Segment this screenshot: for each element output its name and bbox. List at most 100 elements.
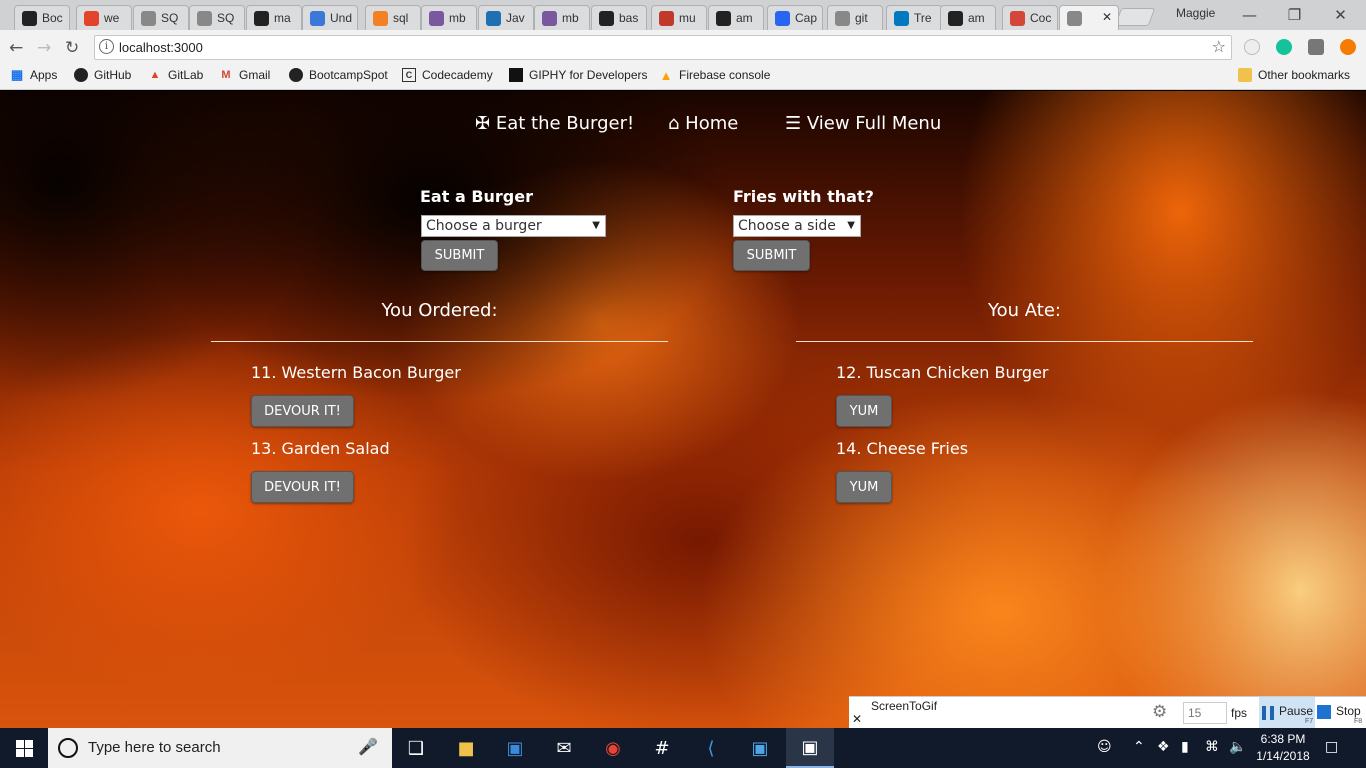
browser-tab[interactable]: git — [827, 5, 883, 30]
store-icon[interactable]: ▣ — [491, 728, 539, 768]
nav-brand[interactable]: ✠ Eat the Burger! — [475, 113, 634, 134]
browser-tab[interactable]: ma — [246, 5, 302, 30]
taskbar-search[interactable]: Type here to search 🎤 — [48, 728, 392, 768]
dropdown-arrow-icon: ▼ — [592, 220, 600, 231]
bookmark-firebase[interactable]: ▲ Firebase console — [659, 68, 771, 83]
browser-tab[interactable]: mu — [651, 5, 707, 30]
devour-button[interactable]: DEVOUR IT! — [251, 471, 354, 503]
info-icon[interactable]: i — [99, 39, 114, 54]
extension-icon[interactable] — [1308, 39, 1324, 55]
browser-tab[interactable]: bas — [591, 5, 647, 30]
gitlab-icon — [84, 10, 99, 26]
browser-tab[interactable]: ✕ — [1059, 5, 1119, 30]
nav-view-menu[interactable]: ☰ View Full Menu — [785, 113, 941, 134]
nav-home[interactable]: ⌂ Home — [668, 113, 738, 134]
browser-tab[interactable]: Coc — [1002, 5, 1058, 30]
url-text: localhost:3000 — [119, 40, 203, 55]
new-tab-button[interactable] — [1114, 8, 1156, 26]
browser-tab[interactable]: Tre — [886, 5, 942, 30]
profile-name[interactable]: Maggie — [1176, 6, 1215, 20]
github-icon — [22, 10, 37, 26]
clock-date: 1/14/2018 — [1256, 749, 1310, 763]
file-explorer-icon[interactable]: ■ — [442, 728, 490, 768]
reload-icon[interactable]: ↻ — [65, 38, 79, 58]
burger-submit-button[interactable]: SUBMIT — [421, 240, 498, 271]
back-arrow-icon[interactable]: ← — [9, 38, 23, 58]
browser-tab[interactable]: SQ — [189, 5, 245, 30]
dropbox-icon[interactable]: ❖ — [1157, 739, 1170, 755]
mysql-workbench-icon[interactable]: ▣ — [736, 728, 784, 768]
browser-tab[interactable]: Boc — [14, 5, 70, 30]
restore-icon[interactable]: ❐ — [1272, 2, 1317, 28]
bookmark-github[interactable]: GitHub — [74, 68, 131, 82]
bookmark-codecademy[interactable]: C Codecademy — [402, 68, 493, 82]
people-icon[interactable]: ☺ — [1097, 739, 1112, 755]
nav-brand-label: Eat the Burger! — [495, 113, 635, 134]
start-button[interactable] — [0, 728, 48, 768]
browser-tab[interactable]: SQ — [133, 5, 189, 30]
mail-icon[interactable]: ✉ — [540, 728, 588, 768]
stop-label[interactable]: Stop — [1336, 704, 1361, 718]
menu-bars-icon: ☰ — [785, 113, 802, 134]
github-icon — [716, 10, 731, 26]
screentogif-taskbar-icon[interactable]: ▣ — [786, 728, 834, 768]
task-view-icon[interactable]: ❑ — [392, 728, 440, 768]
browser-tab[interactable]: am — [708, 5, 764, 30]
volume-icon[interactable]: 🔈 — [1229, 739, 1246, 755]
bookmark-giphy[interactable]: GIPHY for Developers — [509, 68, 648, 82]
browser-tab-title: we — [104, 11, 120, 25]
side-submit-button[interactable]: SUBMIT — [733, 240, 810, 271]
wifi-icon[interactable]: ⌘ — [1205, 739, 1219, 755]
browser-tab[interactable]: mb — [421, 5, 477, 30]
extension-icon[interactable] — [1340, 39, 1356, 55]
bookmark-star-icon[interactable]: ☆ — [1212, 37, 1226, 56]
extension-icon[interactable] — [1244, 39, 1260, 55]
forward-arrow-icon[interactable]: → — [37, 38, 51, 58]
database-icon — [141, 10, 156, 26]
fps-input[interactable]: 15 — [1183, 702, 1227, 724]
browser-tab-title: Tre — [914, 11, 932, 25]
home-icon: ⌂ — [668, 113, 680, 134]
taskbar-clock[interactable]: 6:38 PM 1/14/2018 — [1253, 731, 1313, 765]
gear-icon[interactable]: ⚙ — [1152, 702, 1167, 722]
other-bookmarks[interactable]: Other bookmarks — [1238, 68, 1350, 82]
browser-tab[interactable]: sql — [365, 5, 421, 30]
vscode-icon[interactable]: ⟨ — [687, 728, 735, 768]
browser-tab[interactable]: Jav — [478, 5, 534, 30]
notifications-icon[interactable]: □ — [1325, 739, 1338, 755]
browser-tab[interactable]: mb — [534, 5, 590, 30]
bookmark-bootcampspot[interactable]: BootcampSpot — [289, 68, 388, 82]
pause-icon — [1262, 706, 1274, 720]
minimize-icon[interactable]: — — [1227, 2, 1272, 28]
browser-tab[interactable]: Cap — [767, 5, 823, 30]
browser-tab[interactable]: we — [76, 5, 132, 30]
browser-tab[interactable]: Und — [302, 5, 358, 30]
close-tab-icon[interactable]: ✕ — [1102, 10, 1112, 24]
browser-tab-title: am — [736, 11, 753, 25]
chrome-icon[interactable]: ◉ — [589, 728, 637, 768]
windows-icon — [15, 739, 33, 757]
devour-button[interactable]: DEVOUR IT! — [251, 395, 354, 427]
bookmark-apps[interactable]: ▦ Apps — [10, 67, 58, 82]
chevron-up-icon[interactable]: ⌃ — [1133, 739, 1145, 755]
bookmark-label: Apps — [30, 68, 58, 82]
grammarly-icon[interactable] — [1276, 39, 1292, 55]
yum-button[interactable]: YUM — [836, 471, 892, 503]
close-window-icon[interactable]: ✕ — [1318, 2, 1363, 28]
browser-tab[interactable]: am — [940, 5, 996, 30]
pause-shortcut: F7 — [1305, 718, 1314, 725]
microphone-icon[interactable]: 🎤 — [358, 737, 378, 756]
slack-icon[interactable]: # — [638, 728, 686, 768]
bookmark-gmail[interactable]: M Gmail — [219, 68, 270, 82]
address-bar[interactable]: i localhost:3000 ☆ — [94, 35, 1232, 60]
pause-button[interactable]: Pause F7 — [1259, 697, 1315, 729]
burger-select[interactable]: Choose a burger ▼ — [421, 215, 606, 237]
browser-tab-title: Und — [330, 11, 353, 25]
battery-icon[interactable]: ▮ — [1181, 739, 1189, 755]
close-icon[interactable]: ✕ — [852, 712, 862, 726]
bookmark-gitlab[interactable]: ▲ GitLab — [148, 68, 204, 82]
yum-button[interactable]: YUM — [836, 395, 892, 427]
bookmark-label: Firebase console — [679, 68, 771, 82]
stop-icon[interactable] — [1317, 705, 1331, 719]
side-select[interactable]: Choose a side ▼ — [733, 215, 861, 237]
